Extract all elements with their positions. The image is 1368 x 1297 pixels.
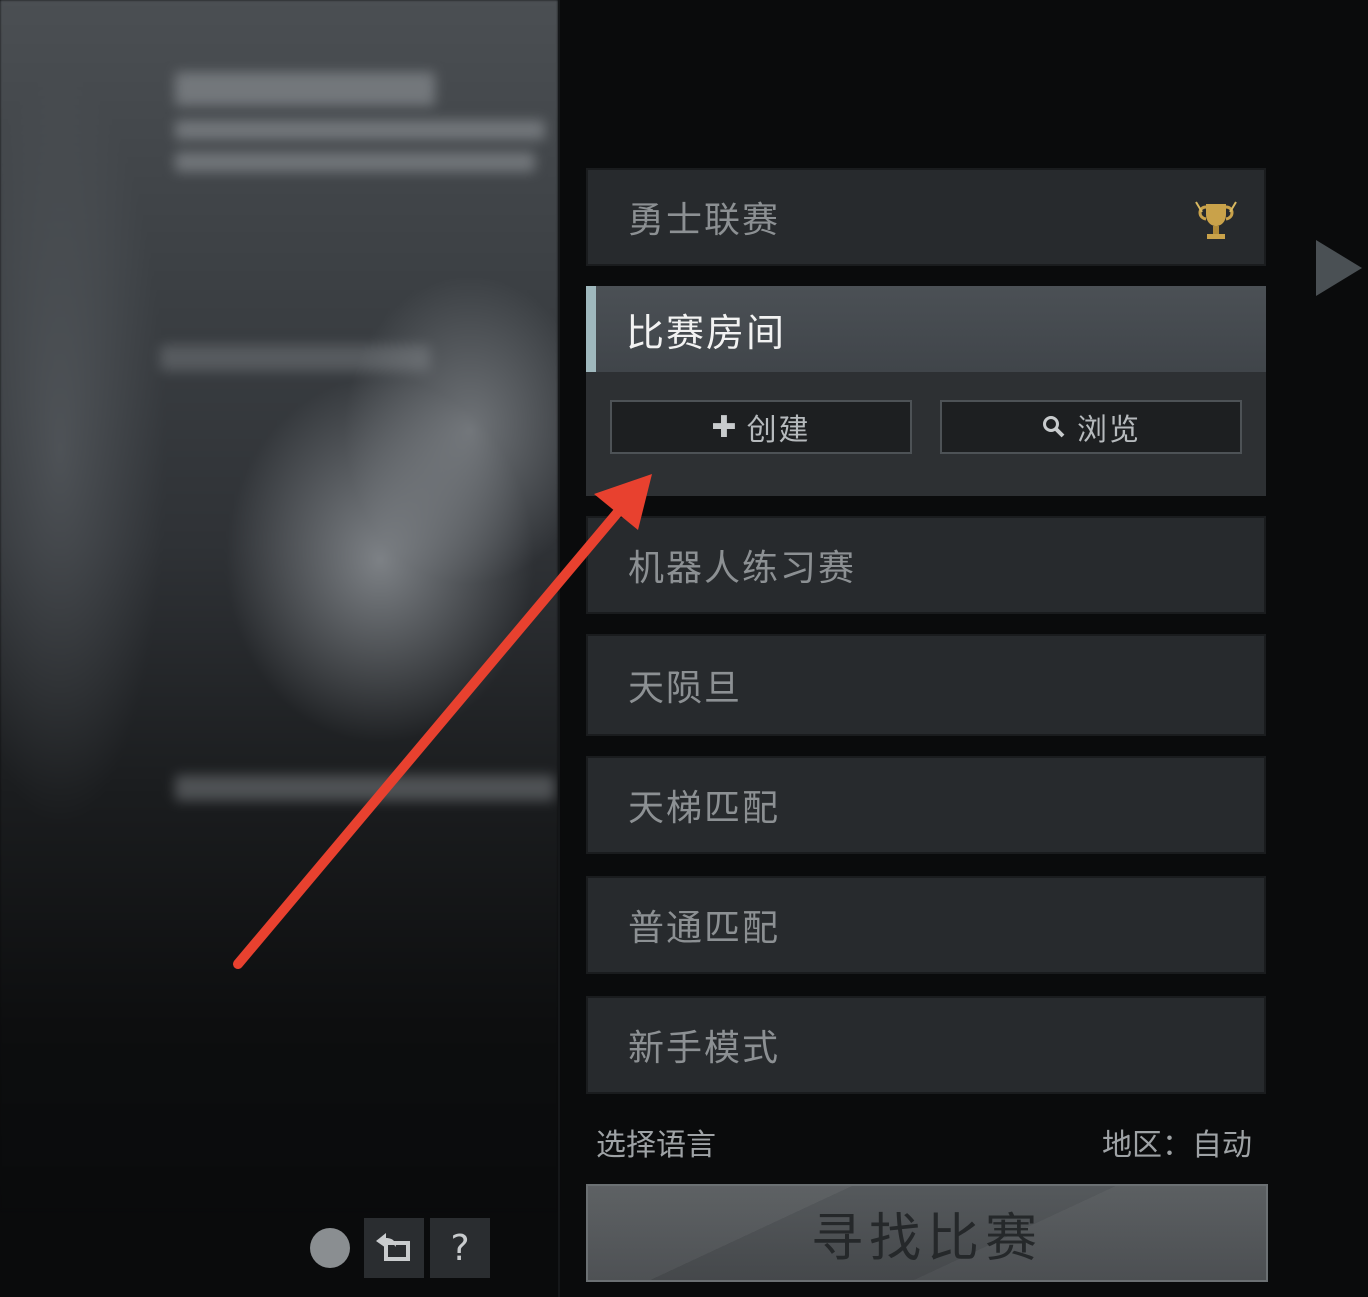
help-button[interactable]: ? — [430, 1218, 490, 1278]
share-button[interactable] — [364, 1218, 424, 1278]
help-label: ? — [450, 1227, 470, 1269]
menu-item-lobby[interactable]: 比赛房间 — [586, 286, 1266, 372]
create-lobby-button[interactable]: ✚ 创建 — [610, 400, 912, 454]
browse-label: 浏览 — [1077, 413, 1141, 448]
smiley-icon[interactable] — [310, 1228, 350, 1268]
promo-text-blur — [175, 152, 535, 172]
menu-item-battle-cup[interactable]: 勇士联赛 — [586, 168, 1266, 266]
search-icon — [1043, 416, 1065, 438]
menu-item-ranked[interactable]: 天梯匹配 — [586, 756, 1266, 854]
menu-item-label: 勇士联赛 — [628, 200, 781, 241]
menu-item-bot-practice[interactable]: 机器人练习赛 — [586, 516, 1266, 614]
lobby-panel: 比赛房间 ✚ 创建 浏览 — [586, 286, 1266, 496]
promo-banner[interactable] — [0, 0, 558, 1210]
promo-text-blur — [175, 120, 545, 140]
menu-item-newbie[interactable]: 新手模式 — [586, 996, 1266, 1094]
menu-item-label: 机器人练习赛 — [628, 548, 857, 589]
menu-item-label: 普通匹配 — [628, 908, 781, 949]
find-match-label: 寻找比赛 — [810, 1208, 1043, 1269]
select-language-link[interactable]: 选择语言 — [596, 1120, 716, 1164]
share-screenshot-icon — [376, 1233, 410, 1261]
browse-lobby-button[interactable]: 浏览 — [940, 400, 1242, 454]
plus-icon: ✚ — [711, 409, 739, 445]
trophy-icon — [1195, 201, 1237, 239]
menu-item-label: 天陨旦 — [628, 668, 743, 709]
menu-item-label: 天梯匹配 — [628, 788, 781, 829]
create-label: 创建 — [746, 413, 811, 448]
menu-item-event[interactable]: 天陨旦 — [586, 634, 1266, 736]
find-match-button[interactable]: 寻找比赛 — [586, 1184, 1268, 1282]
panel-divider — [558, 0, 560, 1297]
menu-item-label: 比赛房间 — [626, 310, 787, 355]
expand-arrow-icon[interactable] — [1316, 240, 1362, 296]
promo-subtitle-blur — [160, 345, 430, 371]
menu-item-unranked[interactable]: 普通匹配 — [586, 876, 1266, 974]
promo-footer-blur — [175, 775, 555, 801]
region-selector[interactable]: 地区：自动 — [1102, 1120, 1252, 1164]
menu-item-label: 新手模式 — [628, 1028, 781, 1069]
promo-title-blur — [175, 72, 435, 106]
